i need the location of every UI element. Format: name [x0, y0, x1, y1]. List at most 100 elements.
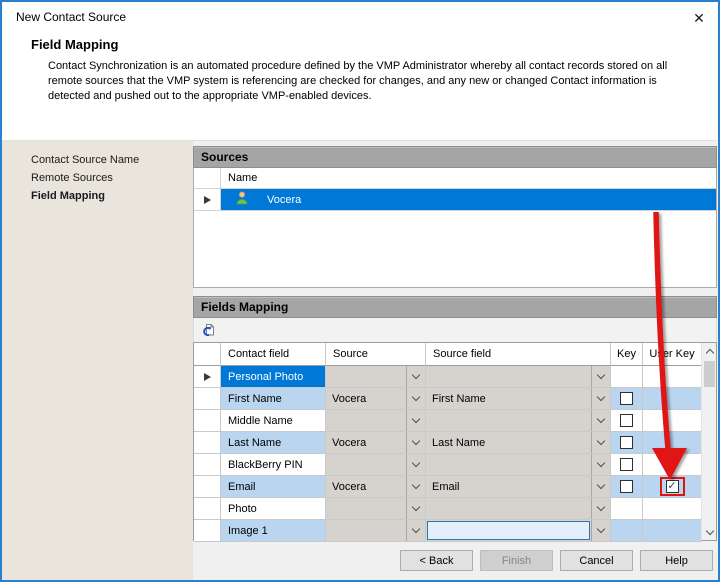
chevron-down-icon[interactable] [406, 454, 425, 475]
scroll-down-icon[interactable] [702, 524, 717, 540]
source-value[interactable] [326, 410, 406, 431]
source-field-value[interactable]: Email [426, 476, 591, 497]
source-field-dropdown[interactable] [426, 454, 611, 476]
source-value[interactable] [326, 498, 406, 519]
row-selector[interactable] [194, 476, 221, 498]
contact-field-cell[interactable]: Image 1 [221, 520, 326, 542]
key-checkbox[interactable] [620, 414, 633, 427]
source-dropdown[interactable] [326, 520, 426, 542]
source-dropdown[interactable] [326, 366, 426, 388]
source-field-dropdown[interactable]: First Name [426, 388, 611, 410]
scroll-up-icon[interactable] [702, 343, 717, 359]
source-value[interactable] [326, 366, 406, 387]
finish-button[interactable]: Finish [480, 550, 553, 571]
key-cell[interactable] [611, 454, 643, 476]
chevron-down-icon[interactable] [406, 520, 425, 541]
contact-field-cell[interactable]: First Name [221, 388, 326, 410]
contact-field-cell[interactable]: Last Name [221, 432, 326, 454]
user-key-cell[interactable]: ✓ [643, 476, 702, 498]
fields-row-personal-photo: Personal Photo [194, 366, 716, 388]
source-field-dropdown[interactable]: Last Name [426, 432, 611, 454]
vertical-scrollbar[interactable] [701, 343, 716, 540]
source-field-value[interactable] [426, 454, 591, 475]
key-checkbox[interactable] [620, 480, 633, 493]
sources-row-vocera[interactable]: Vocera [194, 189, 716, 211]
row-selector[interactable] [194, 388, 221, 410]
key-checkbox[interactable] [620, 436, 633, 449]
row-selector[interactable] [194, 189, 221, 210]
key-cell[interactable] [611, 388, 643, 410]
chevron-down-icon[interactable] [406, 410, 425, 431]
key-cell[interactable] [611, 410, 643, 432]
key-cell[interactable] [611, 432, 643, 454]
key-cell[interactable] [611, 476, 643, 498]
source-field-value[interactable] [426, 410, 591, 431]
source-dropdown[interactable]: Vocera [326, 432, 426, 454]
chevron-down-icon[interactable] [406, 432, 425, 453]
contact-field-cell[interactable]: Middle Name [221, 410, 326, 432]
chevron-down-icon[interactable] [406, 498, 425, 519]
source-field-dropdown[interactable]: Email [426, 476, 611, 498]
source-field-value[interactable] [426, 498, 591, 519]
cancel-button[interactable]: Cancel [560, 550, 633, 571]
source-value[interactable]: Vocera [326, 432, 406, 453]
contact-field-cell[interactable]: BlackBerry PIN [221, 454, 326, 476]
chevron-down-icon[interactable] [406, 476, 425, 497]
chevron-down-icon[interactable] [406, 366, 425, 387]
chevron-down-icon[interactable] [406, 388, 425, 409]
row-selector[interactable] [194, 432, 221, 454]
back-button[interactable]: < Back [400, 550, 473, 571]
window-title: New Contact Source [16, 10, 127, 24]
contact-field-cell[interactable]: Personal Photo [221, 366, 326, 388]
key-checkbox[interactable] [620, 458, 633, 471]
source-field-dropdown[interactable] [426, 366, 611, 388]
source-value[interactable]: Vocera [326, 388, 406, 409]
sources-grid: Name Vocera [193, 168, 717, 288]
close-icon[interactable]: ✕ [688, 7, 710, 29]
row-selector[interactable] [194, 498, 221, 520]
current-row-arrow-icon [203, 372, 211, 381]
key-checkbox[interactable] [620, 392, 633, 405]
user-key-checkbox[interactable]: ✓ [665, 480, 679, 493]
source-field-value[interactable]: Last Name [426, 432, 591, 453]
chevron-down-icon[interactable] [591, 410, 610, 431]
source-value[interactable] [326, 454, 406, 475]
source-field-value[interactable]: First Name [426, 388, 591, 409]
source-field-value[interactable] [426, 366, 591, 387]
row-selector[interactable] [194, 520, 221, 542]
source-dropdown[interactable] [326, 498, 426, 520]
scrollbar-thumb[interactable] [704, 361, 715, 387]
fields-row-blackberry-pin: BlackBerry PIN [194, 454, 716, 476]
contact-field-cell[interactable]: Photo [221, 498, 326, 520]
user-key-column-header: User Key [643, 343, 702, 366]
source-name-cell[interactable]: Vocera [221, 189, 716, 210]
fields-panel-title: Fields Mapping [201, 300, 289, 314]
chevron-down-icon[interactable] [591, 388, 610, 409]
chevron-down-icon[interactable] [591, 520, 610, 541]
sync-contacts-icon[interactable] [198, 320, 218, 340]
sidebar-item-contact-source-name[interactable]: Contact Source Name [31, 154, 193, 166]
chevron-down-icon[interactable] [591, 432, 610, 453]
source-field-dropdown[interactable] [426, 520, 611, 542]
source-dropdown[interactable]: Vocera [326, 388, 426, 410]
source-field-dropdown[interactable] [426, 498, 611, 520]
source-value[interactable]: Vocera [326, 476, 406, 497]
chevron-down-icon[interactable] [591, 476, 610, 497]
source-dropdown[interactable] [326, 410, 426, 432]
chevron-down-icon[interactable] [591, 366, 610, 387]
source-dropdown[interactable] [326, 454, 426, 476]
sidebar-item-field-mapping[interactable]: Field Mapping [31, 190, 193, 202]
chevron-down-icon[interactable] [591, 498, 610, 519]
row-selector[interactable] [194, 454, 221, 476]
source-dropdown[interactable]: Vocera [326, 476, 426, 498]
help-button[interactable]: Help [640, 550, 713, 571]
sidebar-item-remote-sources[interactable]: Remote Sources [31, 172, 193, 184]
row-selector[interactable] [194, 410, 221, 432]
source-field-value[interactable] [427, 521, 590, 540]
source-field-dropdown[interactable] [426, 410, 611, 432]
source-value[interactable] [326, 520, 406, 541]
contact-field-cell[interactable]: Email [221, 476, 326, 498]
chevron-down-icon[interactable] [591, 454, 610, 475]
row-selector[interactable] [194, 366, 221, 388]
key-cell [611, 366, 643, 388]
